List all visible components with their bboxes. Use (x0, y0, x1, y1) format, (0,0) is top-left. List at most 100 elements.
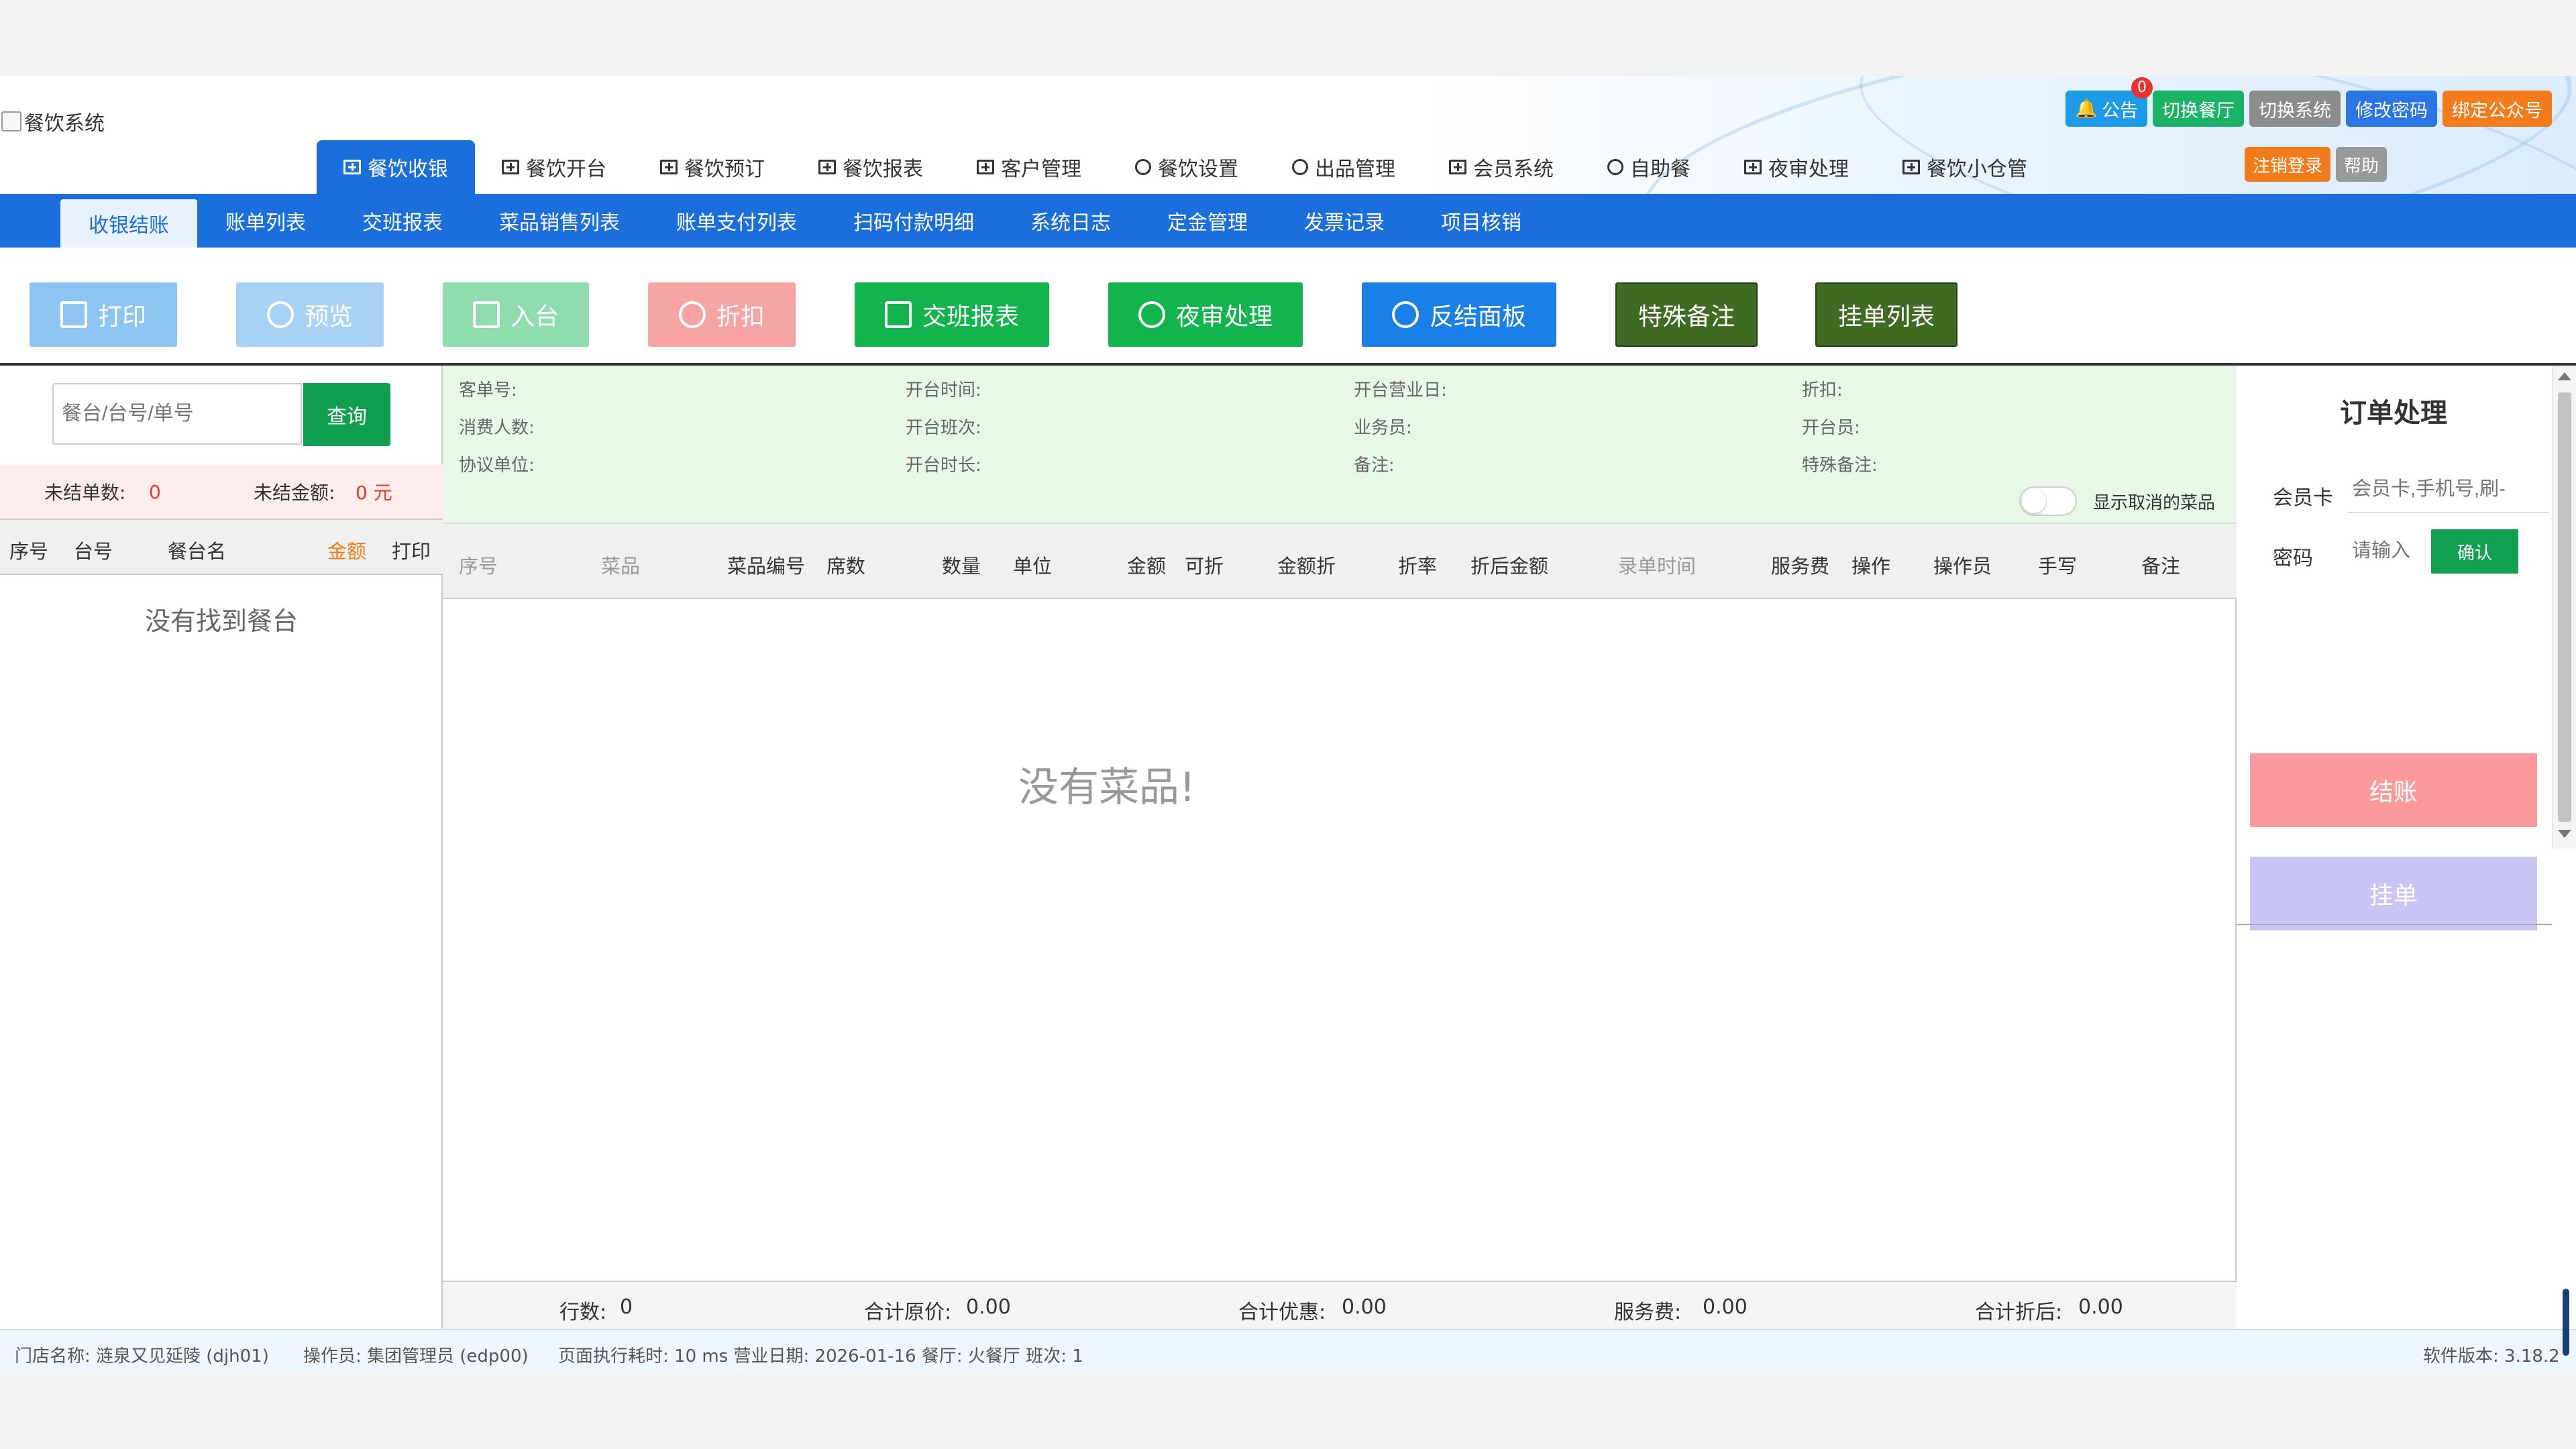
print-button[interactable]: 打印 (30, 282, 177, 347)
hold-order-button[interactable]: 挂单 (2250, 857, 2537, 930)
subnav-redemption[interactable]: 项目核销 (1413, 194, 1550, 248)
col-handwriting: 手写 (2038, 555, 2078, 578)
switch-system-label: 切换系统 (2259, 100, 2331, 121)
preview-label: 预览 (304, 303, 353, 331)
percent-icon (678, 301, 706, 328)
nav-label: 餐饮收银 (368, 158, 448, 181)
discount-button[interactable]: 折扣 (648, 282, 796, 347)
col-print: 打印 (392, 540, 431, 563)
notice-label: 公告 (2102, 100, 2138, 121)
status-store: 门店名称: 涟泉又见延陵 (djh01) (15, 1346, 269, 1366)
preview-button[interactable]: 预览 (236, 282, 384, 347)
change-password-label: 修改密码 (2355, 100, 2428, 121)
status-bar: 门店名称: 涟泉又见延陵 (djh01) 操作员: 集团管理员 (edp00) … (0, 1329, 2576, 1372)
confirm-button[interactable]: 确认 (2431, 529, 2518, 574)
col-operation: 操作 (1851, 555, 1891, 578)
info-open-time: 开台时间: (906, 380, 981, 400)
subnav-checkout[interactable]: 收银结账 (60, 199, 197, 248)
subnav-system-log[interactable]: 系统日志 (1002, 194, 1139, 248)
password-input[interactable] (2348, 527, 2426, 575)
nav-production[interactable]: 出品管理 (1265, 140, 1422, 194)
nav-warehouse[interactable]: 餐饮小仓管 (1876, 140, 2054, 194)
table-panel: 查询 未结单数: 0 未结金额: 0 元 序号 台号 餐台名 金额 打印 没有找… (0, 366, 443, 1329)
subnav-bill-payment[interactable]: 账单支付列表 (648, 194, 825, 248)
scroll-up-icon[interactable] (2558, 372, 2571, 380)
logout-label: 注销登录 (2253, 156, 2323, 176)
special-note-button[interactable]: 特殊备注 (1615, 282, 1758, 347)
nav-night-audit[interactable]: 夜审处理 (1717, 140, 1876, 194)
col-entry-time: 录单时间 (1618, 555, 1697, 578)
logo-alt-text: 餐饮系统 (24, 112, 105, 136)
nav-cashier[interactable]: 餐饮收银 (317, 140, 475, 194)
subnav-dish-sales[interactable]: 菜品销售列表 (471, 194, 648, 248)
table-search-input[interactable] (52, 383, 302, 445)
order-info: 客单号: 开台时间: 开台营业日: 折扣: 消费人数: 开台班次: 业务员: 开… (443, 366, 2237, 524)
subnav-bill-list[interactable]: 账单列表 (197, 194, 334, 248)
nav-reports[interactable]: 餐饮报表 (792, 140, 950, 194)
nav-settings[interactable]: 餐饮设置 (1108, 140, 1265, 194)
bell-icon: 🔔 (2075, 99, 2098, 119)
main-nav: 餐饮收银 餐饮开台 餐饮预订 餐饮报表 客户管理 餐饮设置 出品管理 会员系统 … (317, 140, 2054, 194)
nav-label: 夜审处理 (1768, 158, 1849, 181)
nav-customers[interactable]: 客户管理 (950, 140, 1108, 194)
nav-members[interactable]: 会员系统 (1422, 140, 1580, 194)
aux-buttons: 注销登录 帮助 (2245, 147, 2387, 182)
bind-wechat-label: 绑定公众号 (2452, 100, 2542, 121)
shift-report-button[interactable]: 交班报表 (855, 282, 1049, 347)
nav-reservation[interactable]: 餐饮预订 (633, 140, 792, 194)
switch-restaurant-label: 切换餐厅 (2162, 100, 2235, 121)
info-order-no: 客单号: (459, 380, 517, 400)
settle-button[interactable]: 结账 (2250, 753, 2537, 827)
reverse-panel-button[interactable]: 反结面板 (1362, 282, 1556, 347)
help-button[interactable]: 帮助 (2336, 147, 2387, 182)
status-exec: 页面执行耗时: 10 ms 营业日期: 2026-01-16 餐厅: 火餐厅 班… (558, 1346, 1083, 1366)
help-label: 帮助 (2344, 156, 2379, 176)
subnav-invoice[interactable]: 发票记录 (1276, 194, 1413, 248)
info-agreement-unit: 协议单位: (459, 455, 535, 476)
search-button[interactable]: 查询 (303, 383, 390, 446)
table-list-header: 序号 台号 餐台名 金额 打印 (0, 519, 443, 575)
info-opener: 开台员: (1802, 418, 1860, 438)
show-cancelled-toggle[interactable] (2019, 486, 2077, 516)
col-dish: 菜品 (601, 555, 641, 578)
nav-label: 会员系统 (1473, 158, 1554, 181)
page-scroll-handle[interactable] (2563, 1289, 2569, 1356)
unsettled-amount-label: 未结金额: (254, 482, 335, 504)
scroll-thumb[interactable] (2558, 392, 2571, 822)
col-index: 序号 (9, 540, 49, 563)
info-open-shift: 开台班次: (906, 418, 981, 438)
switch-restaurant-button[interactable]: 切换餐厅 (2153, 91, 2244, 127)
scroll-down-icon[interactable] (2558, 830, 2571, 838)
rows-label: 行数: (559, 1301, 607, 1324)
yen-icon (1391, 301, 1419, 328)
col-remark: 备注 (2141, 555, 2181, 578)
member-card-input[interactable] (2348, 466, 2549, 513)
col-amount[interactable]: 金额 (327, 536, 366, 564)
switch-system-button[interactable]: 切换系统 (2249, 91, 2341, 127)
member-card-label: 会员卡 (2273, 486, 2333, 510)
bind-wechat-button[interactable]: 绑定公众号 (2443, 91, 2552, 127)
hold-list-button[interactable]: 挂单列表 (1815, 282, 1957, 347)
scrollbar[interactable] (2552, 366, 2576, 849)
discount-total-value: 0.00 (1342, 1295, 1387, 1319)
totals-bar: 行数: 0 合计原价: 0.00 合计优惠: 0.00 服务费: 0.00 合计… (443, 1281, 2237, 1329)
service-fee-value: 0.00 (1703, 1295, 1748, 1319)
subnav-deposit[interactable]: 定金管理 (1139, 194, 1276, 248)
cart-icon (472, 301, 500, 328)
notice-button[interactable]: 🔔 公告 0 (2065, 77, 2153, 127)
logout-button[interactable]: 注销登录 (2245, 147, 2331, 182)
shift-report-label: 交班报表 (922, 303, 1019, 331)
subnav-scan-pay[interactable]: 扫码付款明细 (825, 194, 1002, 248)
sub-nav: 收银结账 账单列表 交班报表 菜品销售列表 账单支付列表 扫码付款明细 系统日志… (0, 194, 2576, 248)
top-buttons: 🔔 公告 0 切换餐厅 切换系统 修改密码 绑定公众号 (2065, 77, 2552, 127)
rows-value: 0 (620, 1295, 633, 1319)
nav-open-table[interactable]: 餐饮开台 (475, 140, 633, 194)
gear-icon (1292, 159, 1308, 175)
night-audit-button[interactable]: 夜审处理 (1108, 282, 1303, 347)
nav-buffet[interactable]: 自助餐 (1580, 140, 1717, 194)
grid-icon (1744, 160, 1762, 174)
subnav-shift-report[interactable]: 交班报表 (334, 194, 471, 248)
change-password-button[interactable]: 修改密码 (2346, 91, 2437, 127)
seat-button[interactable]: 入台 (443, 282, 589, 347)
eye-icon (1138, 301, 1165, 328)
